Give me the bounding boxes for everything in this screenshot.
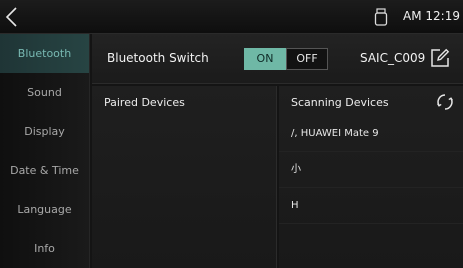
toggle-on-button[interactable]: ON: [244, 48, 286, 70]
scanned-device-item[interactable]: /, HUAWEI Mate 9: [279, 116, 463, 152]
scanned-device-item[interactable]: 小: [279, 152, 463, 188]
scanned-device-item[interactable]: H: [279, 188, 463, 224]
back-button[interactable]: [3, 6, 23, 28]
usb-icon: [374, 8, 388, 26]
sidebar-item-sound[interactable]: Sound: [0, 73, 89, 112]
clock: AM 12:19: [403, 9, 460, 23]
settings-sidebar: Bluetooth Sound Display Date & Time Lang…: [0, 34, 90, 268]
toggle-off-button[interactable]: OFF: [286, 48, 328, 70]
refresh-button[interactable]: [436, 93, 454, 111]
edit-device-name-button[interactable]: [429, 47, 451, 69]
sidebar-item-display[interactable]: Display: [0, 112, 89, 151]
bluetooth-switch-label: Bluetooth Switch: [107, 51, 209, 65]
scanning-devices-panel: Scanning Devices /, HUAWEI Mate 9 小 H: [279, 86, 463, 268]
paired-devices-title: Paired Devices: [104, 96, 185, 109]
sidebar-item-info[interactable]: Info: [0, 229, 89, 268]
edit-pencil-icon: [431, 48, 450, 67]
sidebar-item-language[interactable]: Language: [0, 190, 89, 229]
scanning-device-list: /, HUAWEI Mate 9 小 H: [279, 116, 463, 224]
refresh-icon: [437, 94, 453, 110]
device-name: SAIC_C009: [360, 51, 426, 65]
bluetooth-switch-row: Bluetooth Switch ON OFF SAIC_C009: [92, 34, 463, 84]
sidebar-item-bluetooth[interactable]: Bluetooth: [0, 34, 89, 73]
bluetooth-toggle[interactable]: ON OFF: [244, 48, 328, 70]
back-chevron-icon: [5, 7, 17, 27]
status-bar: AM 12:19: [0, 0, 463, 34]
paired-devices-panel: Paired Devices: [92, 86, 277, 268]
sidebar-item-date-time[interactable]: Date & Time: [0, 151, 89, 190]
scanning-devices-title: Scanning Devices: [291, 96, 389, 109]
